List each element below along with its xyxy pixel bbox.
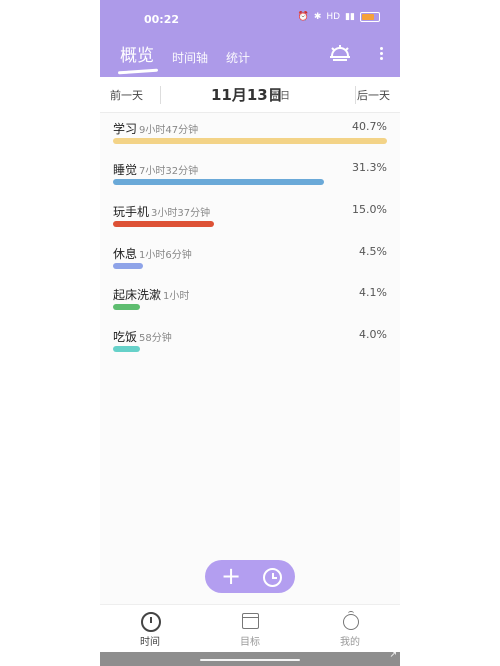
activity-name: 睡觉 bbox=[113, 163, 138, 177]
header-actions bbox=[328, 44, 384, 62]
timer-icon[interactable] bbox=[263, 568, 282, 587]
next-day-button[interactable]: 后一天 bbox=[357, 87, 390, 103]
activity-name: 吃饭 bbox=[113, 330, 138, 344]
activity-name: 学习 bbox=[113, 122, 138, 136]
activity-row[interactable]: 睡觉 7小时32分钟 31.3% bbox=[113, 161, 387, 199]
add-button[interactable]: + bbox=[221, 562, 241, 590]
date-divider-right bbox=[355, 86, 356, 104]
tomato-icon bbox=[339, 611, 361, 631]
activity-percent: 31.3% bbox=[352, 161, 387, 174]
hd-icon: HD bbox=[326, 12, 341, 22]
more-vertical-icon[interactable] bbox=[380, 45, 384, 61]
home-indicator[interactable] bbox=[200, 659, 300, 661]
bottom-navigation: 时间 目标 我的 bbox=[100, 604, 400, 653]
date-divider-left bbox=[160, 86, 161, 104]
tab-overview[interactable]: 概览 bbox=[120, 41, 154, 66]
sunrise-icon[interactable] bbox=[328, 44, 352, 62]
signal-icon: ▮▮ bbox=[345, 12, 355, 22]
nav-profile-label: 我的 bbox=[340, 637, 360, 648]
activity-duration: 7小时32分钟 bbox=[139, 166, 199, 177]
battery-icon bbox=[360, 12, 380, 22]
clock-calendar-icon bbox=[139, 611, 161, 632]
activity-duration: 1小时 bbox=[163, 291, 190, 302]
activity-duration: 9小时47分钟 bbox=[139, 125, 199, 136]
activity-bar bbox=[113, 138, 387, 144]
phone-screen: 00:22 ⏰ ✱ HD ▮▮ 概览 时间轴 统计 前一天 11月13日 周日 … bbox=[100, 0, 400, 666]
activity-percent: 15.0% bbox=[352, 203, 387, 216]
calendar-icon bbox=[239, 611, 261, 631]
alarm-icon: ⏰ bbox=[297, 12, 309, 22]
activity-bar bbox=[113, 221, 214, 227]
activity-bar bbox=[113, 304, 140, 310]
bluetooth-icon: ✱ bbox=[313, 12, 322, 22]
activity-bar bbox=[113, 346, 140, 352]
expand-icon: ↗ bbox=[389, 650, 397, 660]
activity-row[interactable]: 玩手机 3小时37分钟 15.0% bbox=[113, 203, 387, 241]
tab-statistics[interactable]: 统计 bbox=[226, 49, 250, 66]
nav-goals[interactable]: 目标 bbox=[220, 611, 280, 648]
current-weekday: 周日 bbox=[270, 91, 290, 102]
header-tabs: 概览 时间轴 统计 bbox=[120, 41, 250, 66]
quick-add-pill: + bbox=[205, 560, 295, 593]
activity-row[interactable]: 休息 1小时6分钟 4.5% bbox=[113, 245, 387, 283]
activity-percent: 4.1% bbox=[359, 286, 387, 299]
activity-percent: 40.7% bbox=[352, 120, 387, 133]
activity-row[interactable]: 起床洗漱 1小时 4.1% bbox=[113, 286, 387, 324]
screenshot-frame: 00:22 ⏰ ✱ HD ▮▮ 概览 时间轴 统计 前一天 11月13日 周日 … bbox=[0, 0, 500, 666]
activity-bar bbox=[113, 263, 143, 269]
activity-duration: 58分钟 bbox=[139, 333, 172, 344]
activity-name: 起床洗漱 bbox=[113, 288, 162, 302]
activity-name: 休息 bbox=[113, 247, 138, 261]
activity-bar bbox=[113, 179, 324, 185]
nav-time-label: 时间 bbox=[140, 637, 160, 648]
activity-row[interactable]: 学习 9小时47分钟 40.7% bbox=[113, 120, 387, 158]
activity-name: 玩手机 bbox=[113, 205, 150, 219]
previous-day-button[interactable]: 前一天 bbox=[110, 87, 143, 103]
tab-timeline[interactable]: 时间轴 bbox=[172, 49, 208, 66]
nav-time[interactable]: 时间 bbox=[120, 611, 180, 648]
activity-duration: 1小时6分钟 bbox=[139, 250, 192, 261]
date-navigation: 前一天 11月13日 周日 后一天 bbox=[100, 77, 400, 113]
activity-duration: 3小时37分钟 bbox=[151, 208, 211, 219]
nav-profile[interactable]: 我的 bbox=[320, 611, 380, 648]
activity-percent: 4.5% bbox=[359, 245, 387, 258]
activity-percent: 4.0% bbox=[359, 328, 387, 341]
activity-row[interactable]: 吃饭 58分钟 4.0% bbox=[113, 328, 387, 366]
status-time: 00:22 bbox=[144, 13, 180, 26]
top-header: 00:22 ⏰ ✱ HD ▮▮ 概览 时间轴 统计 bbox=[100, 0, 400, 77]
status-icons: ⏰ ✱ HD ▮▮ bbox=[298, 12, 380, 22]
nav-goals-label: 目标 bbox=[240, 637, 260, 648]
